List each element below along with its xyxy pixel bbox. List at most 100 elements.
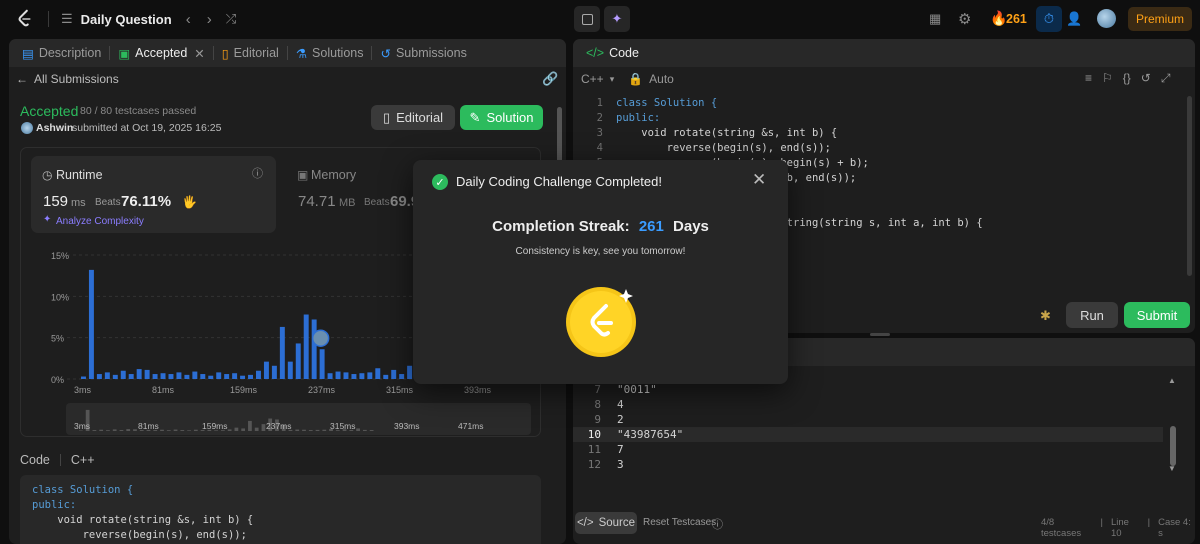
leetcode-logo-icon[interactable] — [14, 8, 36, 30]
reset-testcases-link[interactable]: Reset Testcases — [643, 517, 716, 528]
runtime-bar[interactable] — [256, 370, 261, 379]
runtime-bar[interactable] — [375, 368, 381, 379]
debug-icon[interactable]: ✱ — [1040, 308, 1051, 324]
runtime-bar[interactable] — [144, 369, 150, 379]
editorial-button[interactable]: ▯ Editorial — [371, 105, 455, 130]
submit-button[interactable]: Submit — [1124, 302, 1190, 328]
avatar[interactable] — [1097, 9, 1116, 28]
runtime-bar[interactable] — [160, 373, 166, 379]
runtime-bar[interactable] — [383, 374, 389, 379]
info-icon[interactable]: ⓘ — [252, 165, 263, 181]
runtime-bar[interactable] — [136, 369, 142, 379]
notes-button[interactable] — [574, 6, 600, 32]
runtime-bar[interactable] — [407, 365, 413, 379]
runtime-bar[interactable] — [319, 349, 325, 379]
premium-button[interactable]: Premium — [1128, 7, 1192, 31]
runtime-bar[interactable] — [391, 369, 397, 379]
username[interactable]: Ashwin — [36, 122, 73, 134]
runtime-bar[interactable] — [120, 370, 126, 379]
runtime-bar[interactable] — [88, 269, 94, 379]
settings-gear-icon[interactable]: ⚙ — [958, 10, 971, 28]
scroll-down-icon[interactable]: ▼ — [1168, 464, 1176, 473]
format-icon[interactable]: ≡ — [1085, 71, 1092, 86]
runtime-bar[interactable] — [263, 361, 269, 379]
auto-mode[interactable]: Auto — [649, 72, 674, 86]
runtime-bar[interactable] — [271, 365, 277, 379]
next-question-icon[interactable]: › — [207, 11, 212, 28]
tab-accepted[interactable]: ▣ Accepted ✕ — [113, 46, 209, 61]
runtime-bar[interactable] — [335, 371, 341, 379]
runtime-bar[interactable] — [168, 374, 174, 379]
daily-question-title[interactable]: Daily Question — [81, 12, 172, 27]
runtime-bar[interactable] — [343, 372, 349, 379]
runtime-bar[interactable] — [367, 372, 373, 379]
runtime-bar[interactable] — [224, 374, 230, 379]
mini-bar — [295, 429, 300, 431]
runtime-bar[interactable] — [104, 372, 110, 379]
runtime-bar[interactable] — [176, 372, 182, 379]
reset-icon[interactable]: ↺ — [1141, 71, 1151, 86]
runtime-bar[interactable] — [295, 343, 301, 379]
runtime-bar[interactable] — [359, 373, 365, 379]
tab-code[interactable]: </> Code — [581, 46, 644, 60]
runtime-bar[interactable] — [287, 361, 293, 379]
link-icon[interactable]: 🔗 — [542, 71, 558, 87]
ai-button[interactable]: ✦ — [604, 6, 630, 32]
mini-bar — [126, 429, 131, 431]
panel-resizer[interactable] — [870, 333, 890, 336]
tab-solutions[interactable]: ⚗ Solutions — [291, 46, 369, 61]
problem-list-icon[interactable]: ☰ — [61, 11, 73, 27]
runtime-bar[interactable] — [351, 374, 357, 379]
tab-description[interactable]: ▤ Description — [17, 46, 106, 61]
run-button[interactable]: Run — [1066, 302, 1118, 328]
runtime-bar[interactable] — [311, 319, 317, 379]
testcase-scrollbar[interactable]: ▲ ▼ — [1168, 376, 1178, 496]
editor-scrollbar[interactable] — [1187, 96, 1192, 276]
solution-label: Solution — [486, 110, 534, 125]
expand-icon[interactable]: ⤢ — [1161, 71, 1171, 86]
solution-button[interactable]: ✎ Solution — [460, 105, 543, 130]
runtime-bar[interactable] — [81, 376, 86, 379]
runtime-bar[interactable] — [208, 375, 214, 379]
add-friend-icon[interactable]: 👤 — [1066, 11, 1082, 27]
close-icon[interactable]: ✕ — [752, 170, 766, 190]
memory-beats-label: Beats — [364, 197, 390, 208]
layout-icon[interactable]: ▦ — [929, 11, 941, 27]
runtime-bar[interactable] — [248, 374, 253, 379]
runtime-bar[interactable] — [112, 374, 118, 379]
runtime-bar[interactable] — [216, 372, 222, 379]
streak-flame-icon[interactable]: 🔥 — [990, 10, 1007, 27]
chevron-down-icon[interactable]: ▾ — [610, 74, 615, 85]
back-to-submissions[interactable]: ← All Submissions — [16, 72, 119, 86]
timer-button[interactable]: ⏱ — [1036, 6, 1062, 32]
tab-editorial[interactable]: ▯ Editorial — [217, 46, 284, 61]
close-tab-icon[interactable]: ✕ — [194, 46, 204, 61]
runtime-bar[interactable] — [96, 374, 102, 379]
analyze-complexity-link[interactable]: Analyze Complexity — [56, 216, 144, 227]
runtime-card[interactable]: ◷ Runtime ⓘ 159 ms Beats 76.11% 🖐 ✦ Anal… — [31, 156, 276, 233]
streak-count[interactable]: 261 — [1006, 12, 1027, 26]
runtime-bar[interactable] — [303, 314, 309, 379]
runtime-bar[interactable] — [192, 371, 198, 379]
language-select[interactable]: C++ — [581, 72, 604, 86]
bookmark-icon[interactable]: ⚐ — [1102, 71, 1113, 86]
your-submission-avatar-marker[interactable] — [311, 329, 330, 347]
runtime-bar[interactable] — [200, 374, 206, 379]
prev-question-icon[interactable]: ‹ — [186, 11, 191, 28]
runtime-bar[interactable] — [152, 374, 158, 379]
runtime-bar[interactable] — [327, 373, 333, 379]
runtime-bar[interactable] — [184, 374, 190, 379]
help-icon[interactable]: ⓘ — [712, 516, 723, 532]
runtime-bar[interactable] — [399, 374, 405, 379]
runtime-bar[interactable] — [279, 326, 285, 379]
runtime-bar[interactable] — [128, 374, 134, 379]
shuffle-icon[interactable]: ⤮ — [226, 11, 236, 27]
braces-icon[interactable]: {} — [1123, 71, 1131, 86]
source-button[interactable]: </> Source — [575, 512, 637, 534]
mini-bar — [119, 430, 124, 431]
scroll-up-icon[interactable]: ▲ — [1168, 376, 1176, 385]
testcase-editor[interactable]: 7 "0011" 8 4 9 2 10 "43987654" 11 7 12 3 — [573, 382, 1163, 482]
runtime-bar[interactable] — [232, 373, 238, 379]
tab-submissions[interactable]: ↺ Submissions — [375, 46, 471, 61]
runtime-bar[interactable] — [240, 375, 246, 379]
